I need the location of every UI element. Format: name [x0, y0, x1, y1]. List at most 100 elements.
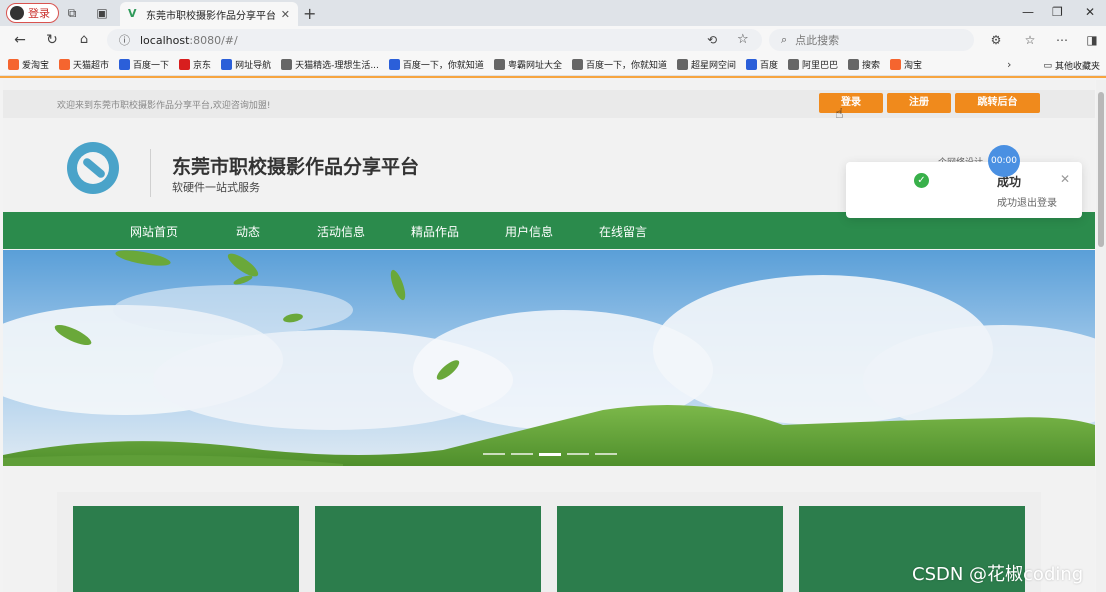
- banner-image: [3, 250, 1095, 466]
- close-icon[interactable]: ✕: [1060, 172, 1070, 186]
- featured-card[interactable]: [73, 506, 299, 592]
- url-input[interactable]: ⓘ localhost:8080/#/ ⟲ ☆: [107, 29, 762, 51]
- bookmark-label: 爱淘宝: [22, 61, 50, 71]
- bookmark-item[interactable]: 淘宝: [890, 58, 922, 71]
- bookmarks-bar: 爱淘宝 天猫超市 百度一下 京东 网址导航 天猫精选-理想生活... 百度一下，你就知道 粤霸…: [0, 54, 1106, 76]
- admin-button[interactable]: 跳转后台: [955, 93, 1040, 113]
- bookmark-label: 阿里巴巴: [802, 61, 839, 71]
- bookmark-item[interactable]: 阿里巴巴: [788, 58, 838, 71]
- favorite-star-icon[interactable]: ☆: [737, 32, 749, 47]
- page-scrollbar[interactable]: [1096, 80, 1106, 592]
- bookmark-item[interactable]: 百度: [745, 58, 778, 71]
- read-aloud-icon[interactable]: ⟲: [707, 33, 717, 47]
- sidebar-icon[interactable]: ◨: [1084, 32, 1100, 48]
- bookmark-label: 百度: [759, 61, 778, 71]
- welcome-text: 欢迎来到东莞市职校摄影作品分享平台,欢迎咨询加盟!: [57, 101, 271, 111]
- top-strip: 欢迎来到东莞市职校摄影作品分享平台,欢迎咨询加盟! 登录 注册 跳转后台: [3, 90, 1095, 118]
- bookmark-item[interactable]: 搜索: [848, 58, 880, 71]
- bookmark-label: 百度一下，你就知道: [402, 61, 484, 71]
- globe-icon: [493, 59, 505, 70]
- bookmark-label: 搜索: [862, 61, 881, 71]
- chaoxing-icon: [676, 59, 688, 70]
- search-placeholder: 点此搜索: [795, 34, 840, 47]
- bookmark-label: 超星网空间: [690, 61, 736, 71]
- globe-icon: [788, 59, 799, 70]
- nav-users[interactable]: 用户信息: [505, 223, 553, 240]
- success-toast: ✓ 成功 成功退出登录 ✕: [846, 162, 1082, 218]
- scrollbar-thumb[interactable]: [1098, 92, 1104, 247]
- mouse-cursor-icon: ☝: [835, 106, 844, 122]
- tab-actions-icon[interactable]: ▣: [94, 5, 110, 21]
- bookmark-label: 百度一下，你就知道: [585, 61, 667, 71]
- tmall-icon: [59, 59, 71, 70]
- search-icon: ⌕: [781, 33, 788, 46]
- bookmark-item[interactable]: 天猫超市: [59, 58, 109, 71]
- nav-messages[interactable]: 在线留言: [599, 223, 647, 240]
- bookmark-item[interactable]: 超星网空间: [676, 58, 736, 71]
- url-path: :8080/#/: [189, 33, 238, 47]
- bookmark-item[interactable]: 百度一下: [119, 58, 169, 71]
- bookmark-label: 网址导航: [235, 61, 272, 71]
- globe-icon: [281, 59, 293, 70]
- vue-favicon-icon: V: [128, 7, 137, 20]
- other-bookmarks[interactable]: ▭ 其他收藏夹: [1043, 59, 1100, 73]
- search-input[interactable]: ⌕ 点此搜索: [769, 29, 974, 51]
- banner-carousel[interactable]: [3, 250, 1095, 466]
- chevron-right-icon[interactable]: ›: [1007, 58, 1011, 71]
- featured-card[interactable]: [557, 506, 783, 592]
- baidu-icon: [388, 59, 400, 70]
- refresh-icon[interactable]: ↻: [44, 32, 60, 48]
- bookmark-item[interactable]: 百度一下，你就知道: [571, 58, 667, 71]
- bookmark-item[interactable]: 天猫精选-理想生活...: [281, 58, 379, 71]
- nav-works[interactable]: 精品作品: [411, 223, 459, 240]
- bookmark-label: 淘宝: [904, 61, 923, 71]
- featured-card[interactable]: [315, 506, 541, 592]
- extensions-icon[interactable]: ⚙: [988, 32, 1004, 48]
- header-divider: [150, 149, 151, 197]
- maximize-icon[interactable]: ❐: [1052, 5, 1063, 19]
- baidu-icon: [119, 59, 131, 70]
- taobao-icon: [8, 59, 19, 70]
- featured-cards: [57, 492, 1041, 592]
- baidu-icon: [221, 59, 233, 70]
- bookmark-item[interactable]: 粤霸网址大全: [493, 58, 562, 71]
- other-bookmarks-label: 其他收藏夹: [1054, 62, 1100, 72]
- page-load-bar: [0, 76, 1106, 78]
- close-window-icon[interactable]: ✕: [1085, 5, 1095, 19]
- bookmark-item[interactable]: 网址导航: [221, 58, 271, 71]
- minimize-icon[interactable]: —: [1022, 5, 1034, 19]
- info-icon: ⓘ: [119, 34, 130, 47]
- bookmark-item[interactable]: 百度一下，你就知道: [388, 58, 484, 71]
- check-icon: ✓: [914, 173, 929, 188]
- bookmark-item[interactable]: 京东: [179, 58, 211, 71]
- nav-news[interactable]: 动态: [236, 223, 260, 240]
- register-button[interactable]: 注册: [887, 93, 951, 113]
- back-icon[interactable]: ←: [12, 32, 28, 48]
- profile-button[interactable]: 登录: [6, 3, 59, 23]
- recording-timer: 00:00: [988, 145, 1020, 177]
- toast-message: 成功退出登录: [997, 198, 1057, 209]
- login-button[interactable]: 登录: [819, 93, 883, 113]
- url-text: localhost:8080/#/: [140, 34, 238, 47]
- globe-icon: [571, 59, 583, 70]
- url-host: localhost: [140, 33, 190, 47]
- bookmark-label: 天猫超市: [73, 61, 110, 71]
- profile-label: 登录: [28, 7, 50, 20]
- nav-home[interactable]: 网站首页: [130, 223, 178, 240]
- favorites-icon[interactable]: ☆: [1022, 32, 1038, 48]
- watermark: CSDN @花椒coding: [912, 564, 1084, 585]
- site-logo: [67, 142, 119, 194]
- tab-title: 东莞市职校摄影作品分享平台: [146, 10, 275, 22]
- baidu-icon: [745, 59, 757, 70]
- bookmark-item[interactable]: 爱淘宝: [8, 58, 49, 71]
- avatar: [10, 6, 24, 20]
- workspaces-icon[interactable]: ⧉: [64, 5, 80, 21]
- bookmark-label: 百度一下: [133, 61, 170, 71]
- home-icon[interactable]: ⌂: [76, 32, 92, 48]
- nav-activities[interactable]: 活动信息: [317, 223, 365, 240]
- more-menu-icon[interactable]: ⋯: [1054, 32, 1070, 48]
- close-tab-icon[interactable]: ✕: [281, 8, 290, 21]
- web-page: 欢迎来到东莞市职校摄影作品分享平台,欢迎咨询加盟! 登录 注册 跳转后台 东莞市…: [3, 80, 1095, 592]
- new-tab-icon[interactable]: +: [303, 4, 316, 23]
- browser-tab[interactable]: V 东莞市职校摄影作品分享平台 ✕: [120, 2, 298, 26]
